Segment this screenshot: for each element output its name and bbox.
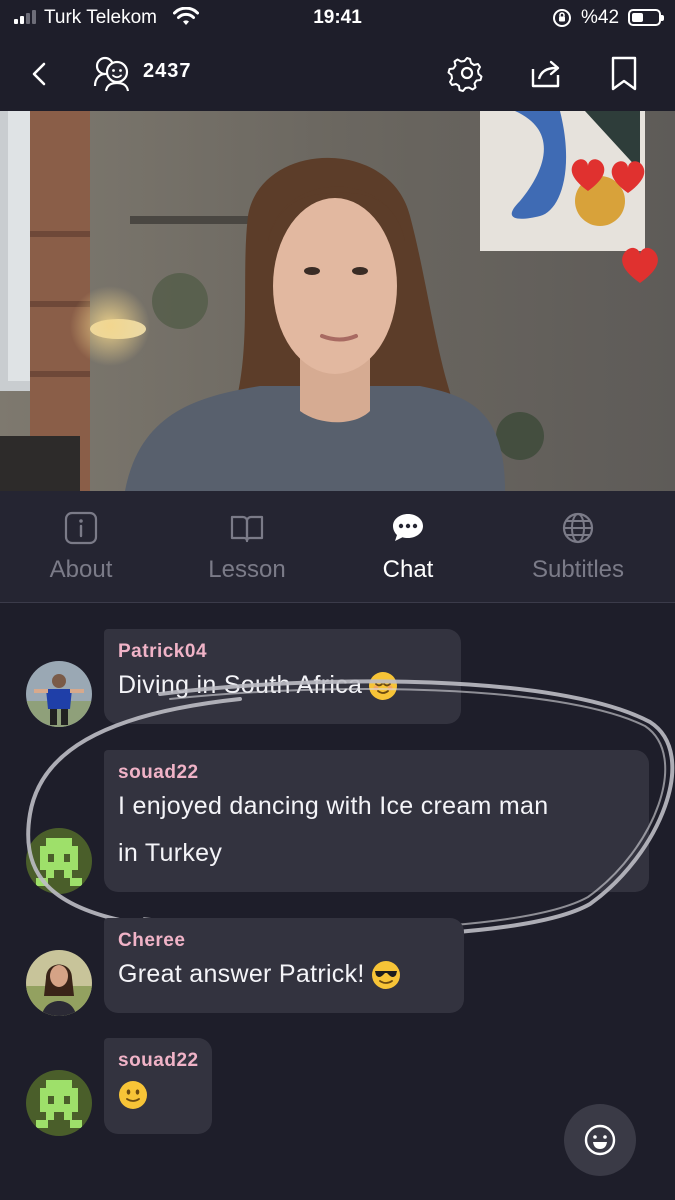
message-text: Diving in South Africa	[118, 661, 447, 709]
book-icon	[230, 515, 264, 543]
avatar[interactable]	[26, 661, 92, 727]
chat-bubble-icon	[393, 514, 423, 541]
sunglasses-face-emoji	[371, 961, 400, 990]
tab-about-label: About	[49, 556, 113, 583]
top-navigation: 2437	[0, 36, 675, 111]
share-button[interactable]	[525, 53, 565, 93]
tab-lesson-label: Lesson	[208, 556, 286, 583]
rotation-lock-icon	[553, 9, 571, 27]
avatar[interactable]	[26, 950, 92, 1016]
message-text: I enjoyed dancing with Ice cream man	[118, 792, 549, 820]
avatar[interactable]	[26, 828, 92, 894]
tab-chat-label: Chat	[382, 556, 434, 583]
message-text: in Turkey	[118, 839, 223, 867]
message-username[interactable]: Patrick04	[118, 641, 447, 663]
settings-button[interactable]	[447, 53, 487, 93]
message-bubble: Patrick04 Diving in South Africa	[104, 629, 461, 724]
battery-percentage: %42	[581, 7, 620, 28]
clock: 19:41	[313, 7, 362, 28]
message-username[interactable]: Cheree	[118, 930, 450, 952]
video-player[interactable]	[0, 111, 675, 491]
chat-panel[interactable]: Patrick04 Diving in South Africa souad22…	[0, 604, 675, 1200]
back-button[interactable]	[22, 56, 58, 92]
info-icon	[64, 511, 98, 545]
viewers-icon	[93, 56, 130, 92]
message-text: Great answer Patrick!	[118, 950, 450, 998]
message-bubble: souad22	[104, 1038, 212, 1134]
battery-icon	[628, 9, 664, 26]
emoji-reaction-button[interactable]	[564, 1104, 636, 1176]
tab-subtitles[interactable]: Subtitles	[513, 491, 643, 603]
video-frame	[0, 111, 675, 491]
tab-bar: About Lesson Chat Subtitles	[0, 491, 675, 603]
message-bubble: Cheree Great answer Patrick!	[104, 918, 464, 1013]
globe-icon	[562, 512, 594, 544]
tab-chat[interactable]: Chat	[368, 491, 448, 603]
bookmark-button[interactable]	[604, 53, 644, 93]
battery-level	[632, 13, 643, 22]
viewer-count: 2437	[143, 60, 192, 82]
slightly-smiling-face-emoji	[119, 1081, 147, 1110]
tab-lesson[interactable]: Lesson	[197, 491, 297, 603]
tab-subtitles-label: Subtitles	[531, 556, 625, 583]
status-bar: Turk Telekom 19:41 %42	[0, 0, 675, 36]
message-username[interactable]: souad22	[118, 1050, 198, 1072]
message-username[interactable]: souad22	[118, 762, 635, 784]
smiley-icon	[584, 1124, 616, 1156]
tab-about[interactable]: About	[31, 491, 131, 603]
relieved-face-emoji	[369, 672, 398, 701]
message-text	[118, 1070, 198, 1118]
avatar[interactable]	[26, 1070, 92, 1136]
message-bubble: souad22 I enjoyed dancing with Ice cream…	[104, 750, 649, 892]
